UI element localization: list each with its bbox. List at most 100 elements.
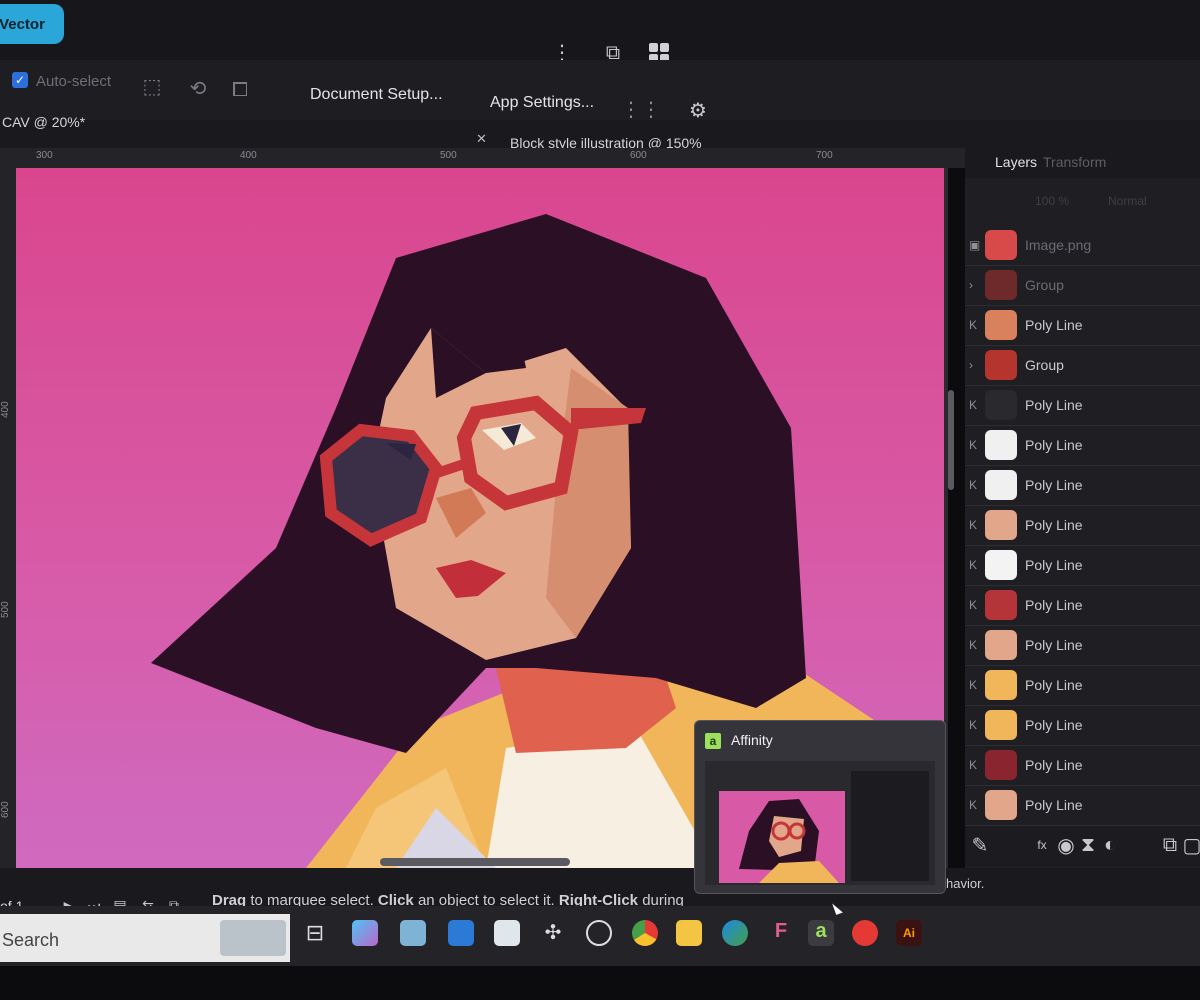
layer-link-icon[interactable]: K bbox=[969, 598, 977, 612]
ruler-tick-label: 600 bbox=[0, 801, 11, 818]
vector-persona-button[interactable]: Vector bbox=[0, 4, 64, 44]
preview-artboard bbox=[719, 791, 845, 883]
search-highlight-image bbox=[220, 920, 286, 956]
layer-name: Poly Line bbox=[1025, 797, 1083, 813]
layer-thumbnail bbox=[985, 230, 1017, 260]
layer-link-icon[interactable]: K bbox=[969, 798, 977, 812]
layer-thumbnail bbox=[985, 430, 1017, 460]
layer-row[interactable]: › Group bbox=[965, 346, 1200, 386]
layer-thumbnail bbox=[985, 470, 1017, 500]
mask-icon[interactable]: ◉ bbox=[1055, 834, 1077, 857]
layer-link-icon[interactable]: K bbox=[969, 758, 977, 772]
layer-row[interactable]: K Poly Line bbox=[965, 666, 1200, 706]
select-tool-icon[interactable]: ⬚ bbox=[140, 74, 164, 98]
layer-row[interactable]: K Poly Line bbox=[965, 546, 1200, 586]
layer-link-icon[interactable]: K bbox=[969, 558, 977, 572]
app-settings-button[interactable]: App Settings... bbox=[490, 94, 594, 112]
vertical-scrollbar[interactable] bbox=[948, 390, 954, 490]
tab-layers[interactable]: Layers bbox=[995, 154, 1037, 170]
layer-link-icon[interactable]: K bbox=[969, 478, 977, 492]
layer-row[interactable]: K Poly Line bbox=[965, 506, 1200, 546]
layer-name: Poly Line bbox=[1025, 397, 1083, 413]
layer-thumbnail bbox=[985, 390, 1017, 420]
figma-icon[interactable]: F bbox=[768, 920, 794, 946]
transform-origin-icon[interactable]: ⟲ bbox=[186, 76, 210, 100]
layer-thumbnail bbox=[985, 670, 1017, 700]
fx-icon[interactable]: fx bbox=[1031, 834, 1053, 856]
glasses-left-frame bbox=[319, 423, 443, 547]
layer-link-icon[interactable]: K bbox=[969, 438, 977, 452]
layer-thumbnail bbox=[985, 790, 1017, 820]
vertical-ruler: 400 500 600 bbox=[0, 168, 16, 868]
search-placeholder: Search bbox=[2, 930, 60, 950]
layer-row[interactable]: K Poly Line bbox=[965, 426, 1200, 466]
github-icon[interactable] bbox=[586, 920, 612, 946]
layer-row[interactable]: K Poly Line bbox=[965, 706, 1200, 746]
ruler-tick-label: 700 bbox=[816, 150, 833, 161]
layer-thumbnail bbox=[985, 630, 1017, 660]
ruler-tick-label: 500 bbox=[440, 150, 457, 161]
layer-link-icon[interactable]: K bbox=[969, 718, 977, 732]
lock-icon[interactable]: ▣ bbox=[969, 238, 980, 252]
layer-thumbnail bbox=[985, 510, 1017, 540]
expand-chevron-icon[interactable]: › bbox=[969, 358, 973, 372]
taskbar-search[interactable]: Search bbox=[0, 914, 290, 962]
layer-link-icon[interactable]: K bbox=[969, 638, 977, 652]
extensions-icon[interactable]: ✣ bbox=[540, 920, 566, 946]
preview-panels bbox=[851, 771, 929, 881]
tab-transform[interactable]: Transform bbox=[1043, 154, 1106, 170]
layer-row[interactable]: K Poly Line bbox=[965, 786, 1200, 826]
document-setup-button[interactable]: Document Setup... bbox=[310, 86, 443, 104]
chrome-icon[interactable] bbox=[632, 920, 658, 946]
layer-row[interactable]: ▣ Image.png bbox=[965, 226, 1200, 266]
layer-name: Poly Line bbox=[1025, 717, 1083, 733]
media-player-icon[interactable] bbox=[852, 920, 878, 946]
tab-cav[interactable]: CAV @ 20%* bbox=[2, 114, 85, 130]
affinity-preview-popup[interactable]: a Affinity bbox=[694, 720, 946, 894]
layer-row[interactable]: › Group bbox=[965, 266, 1200, 306]
layer-name: Poly Line bbox=[1025, 317, 1083, 333]
layer-link-icon[interactable]: K bbox=[969, 678, 977, 692]
layer-name: Poly Line bbox=[1025, 637, 1083, 653]
add-layer-icon[interactable]: ⧉ bbox=[1159, 834, 1181, 856]
edge-icon[interactable] bbox=[722, 920, 748, 946]
auto-select-checkbox[interactable]: ✓ bbox=[12, 72, 28, 88]
window-app-icon[interactable] bbox=[494, 920, 520, 946]
layer-thumbnail bbox=[985, 550, 1017, 580]
auto-select-label: Auto-select bbox=[36, 73, 112, 90]
layer-row[interactable]: K Poly Line bbox=[965, 586, 1200, 626]
edit-layer-icon[interactable]: ✎ bbox=[969, 834, 991, 857]
delete-layer-icon[interactable]: ▢ bbox=[1181, 834, 1200, 857]
ruler-tick-label: 400 bbox=[0, 401, 11, 418]
layer-row[interactable]: K Poly Line bbox=[965, 386, 1200, 426]
settings-gear-icon[interactable]: ⚙ bbox=[686, 98, 710, 122]
layer-link-icon[interactable]: K bbox=[969, 398, 977, 412]
horizontal-scrollbar[interactable] bbox=[380, 858, 570, 866]
layer-link-icon[interactable]: K bbox=[969, 518, 977, 532]
notepad-icon[interactable] bbox=[400, 920, 426, 946]
layer-link-icon[interactable]: K bbox=[969, 318, 977, 332]
layer-row[interactable]: K Poly Line bbox=[965, 746, 1200, 786]
arrange-icon[interactable]: ⧠ bbox=[228, 78, 252, 102]
layer-row[interactable]: K Poly Line bbox=[965, 306, 1200, 346]
layer-name: Group bbox=[1025, 357, 1064, 373]
file-explorer-icon[interactable] bbox=[676, 920, 702, 946]
layer-name: Poly Line bbox=[1025, 437, 1083, 453]
opacity-field[interactable]: 100 % bbox=[1035, 194, 1069, 208]
blend-ranges-icon[interactable]: ◐ bbox=[1099, 834, 1121, 856]
snapping-grid-icon[interactable]: ⋮⋮ bbox=[621, 96, 661, 122]
copilot-icon[interactable] bbox=[352, 920, 378, 946]
close-tab-icon[interactable]: ✕ bbox=[476, 131, 487, 147]
blend-mode-select[interactable]: Normal bbox=[1108, 194, 1147, 208]
affinity-taskbar-icon[interactable]: a bbox=[808, 920, 834, 946]
expand-chevron-icon[interactable]: › bbox=[969, 278, 973, 292]
status-hint-tail: havior. bbox=[946, 876, 985, 891]
vscode-icon[interactable] bbox=[448, 920, 474, 946]
panel-tabs: Layers Transform bbox=[965, 148, 1200, 178]
adjustment-icon[interactable]: ⧗ bbox=[1077, 834, 1099, 856]
layer-row[interactable]: K Poly Line bbox=[965, 626, 1200, 666]
layer-thumbnail bbox=[985, 310, 1017, 340]
layer-row[interactable]: K Poly Line bbox=[965, 466, 1200, 506]
task-view-icon[interactable]: ⊟ bbox=[302, 920, 328, 946]
illustrator-icon[interactable]: Ai bbox=[896, 920, 922, 946]
